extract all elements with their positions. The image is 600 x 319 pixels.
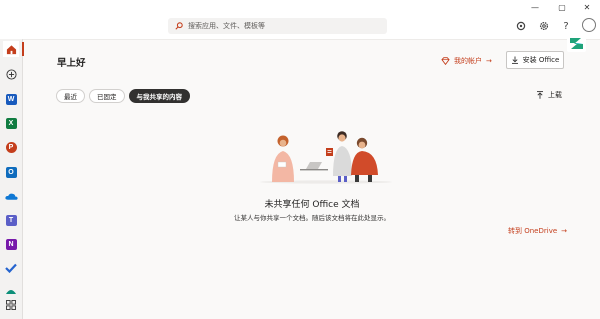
- go-to-onedrive-link[interactable]: 转到 OneDrive →: [508, 226, 567, 236]
- arrow-right-icon: →: [486, 57, 492, 65]
- help-icon[interactable]: ?: [559, 19, 573, 33]
- tab-recent[interactable]: 最近: [56, 89, 85, 103]
- install-office-label: 安装 Office: [522, 56, 560, 64]
- home-icon[interactable]: [3, 41, 19, 57]
- tab-shared-with-me[interactable]: 与我共享的内容: [128, 89, 190, 103]
- create-icon[interactable]: [3, 66, 19, 82]
- minimize-button[interactable]: —: [522, 0, 548, 14]
- onenote-icon[interactable]: N: [3, 236, 19, 252]
- upload-icon: [537, 91, 543, 99]
- tab-pinned[interactable]: 已固定: [89, 89, 125, 103]
- shared-empty-illustration: [260, 131, 392, 184]
- install-office-button[interactable]: 安装 Office: [506, 51, 564, 69]
- my-account-label: 我的帐户: [454, 57, 482, 65]
- powerpoint-icon[interactable]: P: [3, 139, 19, 155]
- upload-label: 上载: [548, 91, 562, 99]
- copilot-icon[interactable]: [514, 19, 528, 33]
- search-input[interactable]: [188, 22, 368, 30]
- arrow-right-icon: →: [561, 227, 568, 235]
- onedrive-icon[interactable]: [3, 188, 19, 204]
- maximize-button[interactable]: ▢: [549, 0, 575, 14]
- download-icon: [511, 56, 518, 64]
- close-button[interactable]: ✕: [574, 0, 600, 14]
- main-content: 早上好 我的帐户 → 安装 Office 最近 已固定 与我共享的内容 上载 未…: [24, 40, 600, 319]
- empty-state-subtitle: 让某人与你共享一个文档。随后该文档将在此处显示。: [234, 214, 390, 222]
- account-avatar[interactable]: [582, 18, 596, 32]
- upload-button[interactable]: 上载: [536, 90, 562, 100]
- search-box[interactable]: [168, 18, 387, 34]
- apps-icon[interactable]: [3, 297, 19, 313]
- my-account-link[interactable]: 我的帐户 →: [441, 56, 492, 66]
- teams-icon[interactable]: T: [3, 212, 19, 228]
- excel-icon[interactable]: X: [3, 115, 19, 131]
- outlook-icon[interactable]: O: [3, 164, 19, 180]
- diamond-icon: [441, 57, 450, 65]
- word-icon[interactable]: W: [3, 91, 19, 107]
- go-to-onedrive-label: 转到 OneDrive: [508, 227, 558, 235]
- document-tabs: 最近 已固定 与我共享的内容: [56, 89, 190, 103]
- greeting-title: 早上好: [57, 58, 86, 69]
- app-header: ?: [0, 14, 600, 40]
- search-icon: [175, 22, 183, 30]
- title-bar: — ▢ ✕: [0, 0, 600, 14]
- todo-icon[interactable]: [3, 260, 19, 276]
- left-rail: W X P O T N: [0, 39, 23, 319]
- settings-icon[interactable]: [537, 19, 551, 33]
- empty-state-title: 未共享任何 Office 文档: [264, 200, 360, 210]
